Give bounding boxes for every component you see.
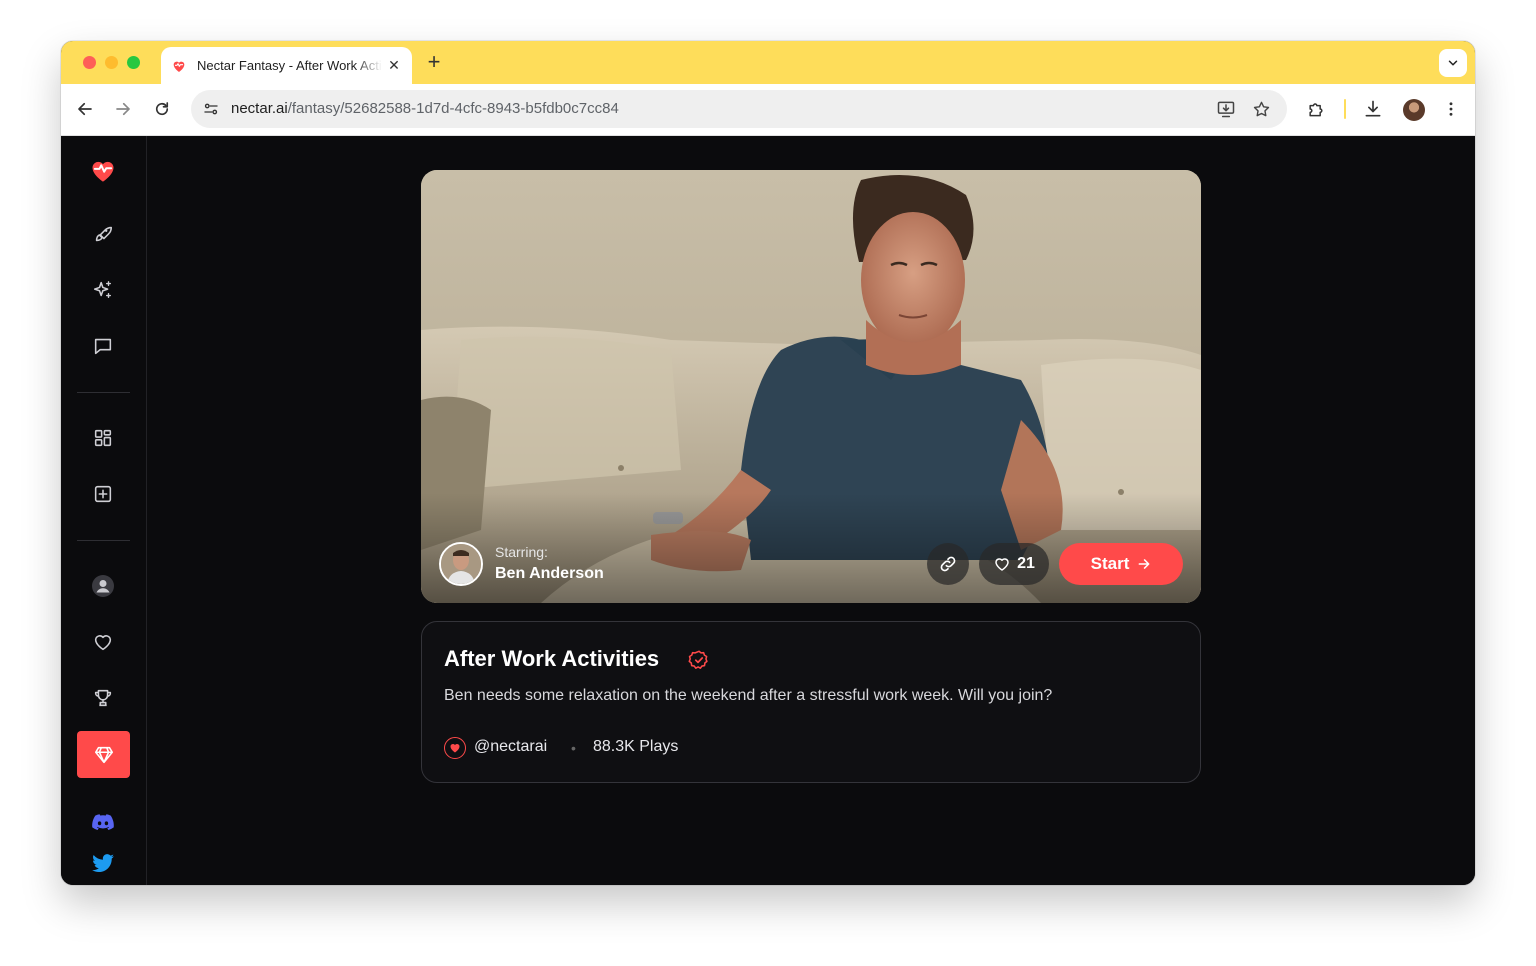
back-arrow-icon[interactable] <box>74 98 96 120</box>
user-icon[interactable] <box>91 574 115 598</box>
star-avatar[interactable] <box>439 542 483 586</box>
browser-tab[interactable]: Nectar Fantasy - After Work Activities ✕ <box>161 47 412 84</box>
plus-square-icon[interactable] <box>91 482 115 506</box>
profile-avatar[interactable] <box>1403 99 1425 121</box>
heart-icon[interactable] <box>91 630 115 654</box>
hero-image-card: Starring: Ben Anderson 21 Start <box>421 170 1201 603</box>
downloads-icon[interactable] <box>1362 98 1384 120</box>
more-menu-icon[interactable] <box>1440 98 1462 120</box>
start-button[interactable]: Start <box>1059 543 1183 585</box>
like-button[interactable]: 21 <box>979 543 1049 585</box>
extensions-puzzle-icon[interactable] <box>1305 98 1327 120</box>
app-content: Starring: Ben Anderson 21 Start After Wo… <box>61 136 1475 885</box>
sidebar-item-premium[interactable] <box>77 731 130 778</box>
gem-icon <box>94 746 113 763</box>
rocket-icon[interactable] <box>91 222 115 246</box>
url-host: nectar.ai <box>231 100 288 117</box>
starring-name[interactable]: Ben Anderson <box>495 565 604 583</box>
forward-arrow-icon[interactable] <box>112 98 134 120</box>
address-bar[interactable]: nectar.ai/fantasy/52682588-1d7d-4cfc-894… <box>191 90 1287 128</box>
close-window-button[interactable] <box>83 56 96 69</box>
url-path: /fantasy/52682588-1d7d-4cfc-8943-b5fdb0c… <box>287 100 619 117</box>
link-icon <box>940 556 956 572</box>
browser-window: Nectar Fantasy - After Work Activities ✕… <box>61 41 1475 885</box>
twitter-icon[interactable] <box>91 852 115 876</box>
minimize-window-button[interactable] <box>105 56 118 69</box>
reload-icon[interactable] <box>151 98 173 120</box>
browser-toolbar: nectar.ai/fantasy/52682588-1d7d-4cfc-894… <box>61 84 1475 136</box>
site-settings-icon[interactable] <box>201 99 221 119</box>
grid-icon[interactable] <box>91 426 115 450</box>
sparkles-icon[interactable] <box>91 278 115 302</box>
creator-handle[interactable]: @nectarai <box>474 738 547 756</box>
new-tab-button[interactable]: + <box>423 51 445 73</box>
copy-link-button[interactable] <box>927 543 969 585</box>
discord-icon[interactable] <box>91 810 115 834</box>
tab-close-icon[interactable]: ✕ <box>386 57 402 73</box>
arrow-right-icon <box>1138 559 1150 569</box>
fantasy-description: Ben needs some relaxation on the weekend… <box>444 687 1053 704</box>
start-button-label: Start <box>1090 554 1130 573</box>
bookmark-star-icon[interactable] <box>1251 99 1271 119</box>
url-text[interactable]: nectar.ai/fantasy/52682588-1d7d-4cfc-894… <box>231 100 619 117</box>
heart-icon <box>995 558 1009 571</box>
starring-label: Starring: <box>495 544 548 560</box>
fantasy-title: After Work Activities <box>444 646 660 671</box>
maximize-window-button[interactable] <box>127 56 140 69</box>
toolbar-divider <box>1344 99 1346 119</box>
sidebar-separator <box>77 392 130 393</box>
meta-separator: • <box>571 740 576 756</box>
play-count: 88.3K Plays <box>593 738 679 755</box>
trophy-icon[interactable] <box>91 686 115 710</box>
chat-bubble-icon[interactable] <box>91 334 115 358</box>
verified-badge-icon <box>688 650 708 669</box>
install-app-icon[interactable] <box>1216 99 1236 119</box>
heart-pulse-icon[interactable] <box>89 156 117 184</box>
chevron-down-icon <box>1448 60 1458 66</box>
like-count: 21 <box>1017 555 1035 572</box>
creator-heart-icon <box>444 737 466 759</box>
heart-favicon-icon <box>171 58 187 74</box>
sidebar-separator <box>77 540 130 541</box>
sidebar <box>61 136 147 885</box>
tab-title: Nectar Fantasy - After Work Activities <box>197 58 382 73</box>
tab-search-button[interactable] <box>1439 49 1467 77</box>
tab-strip: Nectar Fantasy - After Work Activities ✕… <box>61 41 1475 84</box>
fantasy-info-card: After Work Activities Ben needs some rel… <box>421 621 1201 783</box>
